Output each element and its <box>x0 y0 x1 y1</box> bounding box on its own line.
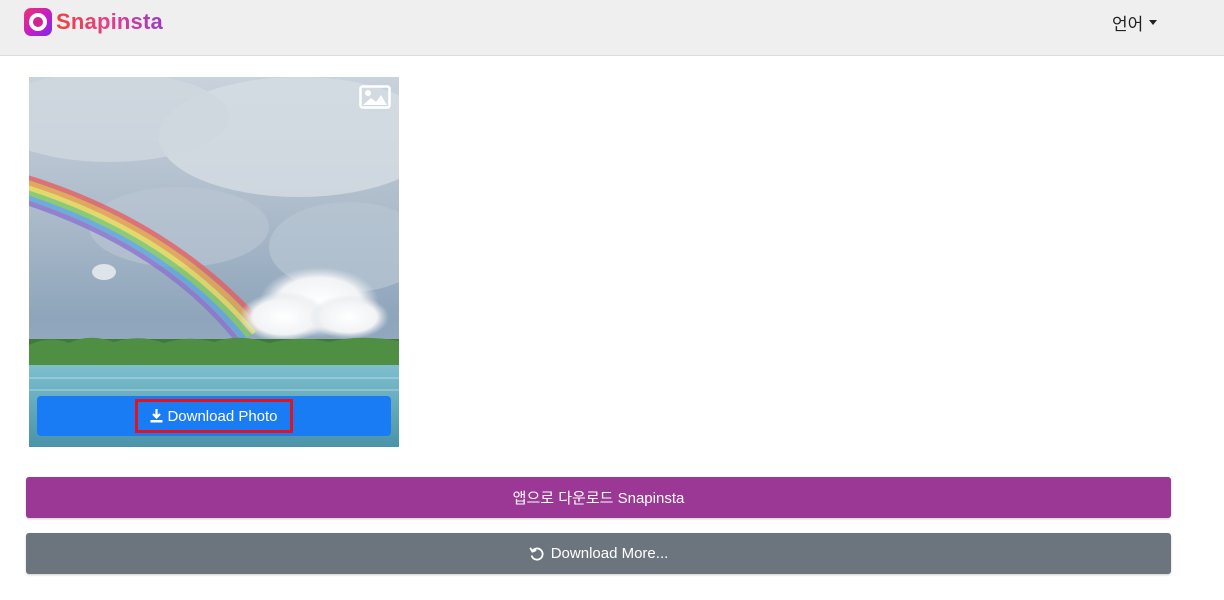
language-label: 언어 <box>1112 14 1144 34</box>
brand-name: Snapinsta <box>56 9 163 34</box>
refresh-icon <box>529 546 544 561</box>
download-photo-button[interactable]: Download Photo <box>37 396 391 436</box>
download-icon <box>150 409 163 423</box>
download-photo-label: Download Photo <box>167 407 278 425</box>
rainbow-photo <box>29 77 399 447</box>
download-photo-highlight: Download Photo <box>135 399 293 433</box>
download-with-app-label: 앱으로 다운로드 Snapinsta <box>512 490 685 507</box>
top-navbar: Snapinsta 언어 <box>0 0 1224 56</box>
instagram-camera-icon <box>24 8 52 36</box>
language-dropdown[interactable]: 언어 <box>1112 11 1158 34</box>
caret-down-icon <box>1149 19 1158 25</box>
brand-logo-link[interactable]: Snapinsta <box>24 8 163 36</box>
download-more-button[interactable]: Download More... <box>26 533 1171 574</box>
download-more-label: Download More... <box>550 545 669 562</box>
photo-preview-card: Download Photo <box>29 77 399 447</box>
download-with-app-button[interactable]: 앱으로 다운로드 Snapinsta <box>26 477 1171 518</box>
image-icon <box>359 85 391 109</box>
